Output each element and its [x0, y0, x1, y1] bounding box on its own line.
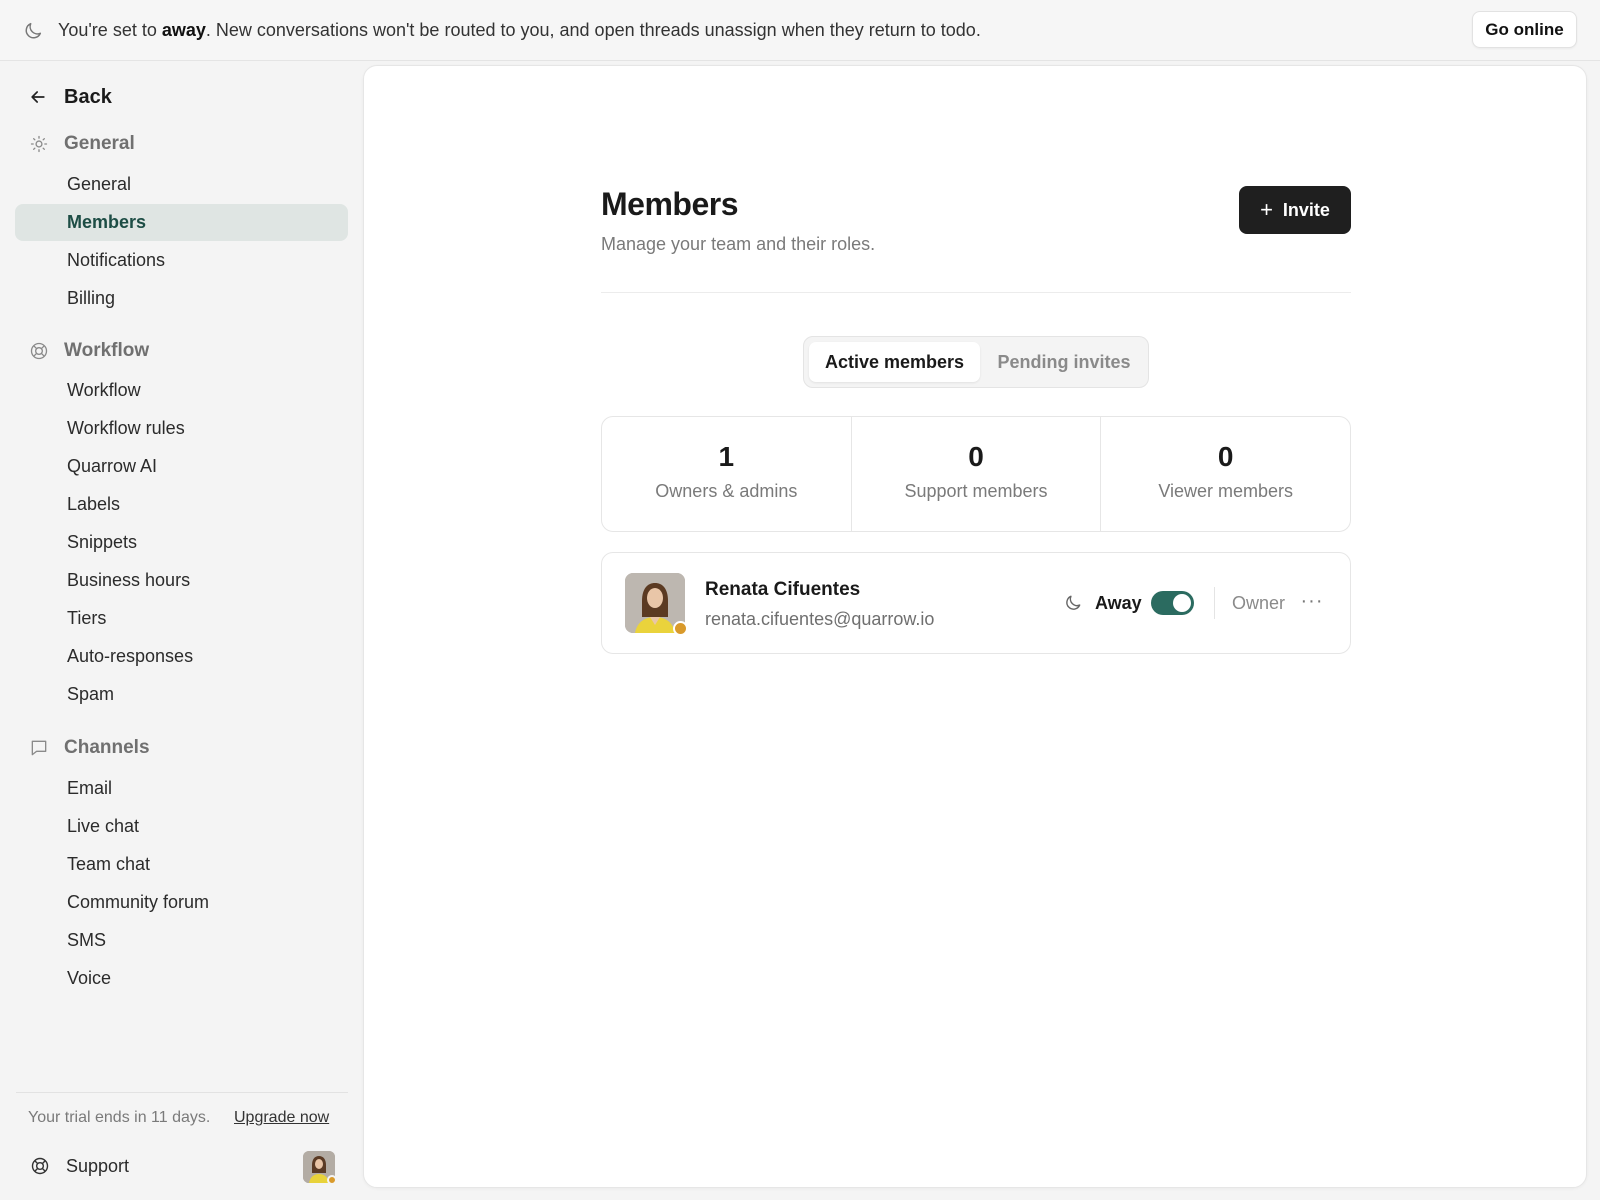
sidebar-item-business-hours[interactable]: Business hours: [15, 562, 348, 599]
stat-support-members: 0 Support members: [850, 417, 1101, 531]
page-subtitle: Manage your team and their roles.: [601, 234, 876, 254]
sidebar-item-members[interactable]: Members: [15, 204, 348, 241]
more-options-icon[interactable]: ···: [1298, 585, 1326, 617]
banner-status-word: away: [161, 20, 206, 40]
sidebar-item-live-chat[interactable]: Live chat: [15, 808, 348, 845]
tab-pending-invites[interactable]: Pending invites: [984, 342, 1144, 382]
away-status-dot: [327, 1175, 337, 1185]
stat-value: 0: [968, 441, 984, 472]
section-channels: Channels: [28, 735, 150, 761]
trial-notice: Your trial ends in 11 days.: [28, 1109, 211, 1126]
sidebar-item-general[interactable]: General: [15, 166, 348, 203]
section-title: Workflow: [64, 340, 150, 361]
sidebar-item-workflow[interactable]: Workflow: [15, 372, 348, 409]
away-banner: You're set to away. New conversations wo…: [0, 0, 1600, 61]
stat-viewer-members: 0 Viewer members: [1100, 417, 1350, 531]
lifebuoy-icon: [28, 340, 50, 362]
settings-sidebar: Back General General Members Notificatio…: [0, 61, 362, 1200]
section-general: General: [28, 131, 135, 157]
row-separator: [1214, 587, 1215, 619]
header-divider: [601, 292, 1351, 293]
tab-active-members[interactable]: Active members: [809, 342, 980, 382]
lifebuoy-icon: [31, 1157, 49, 1175]
sidebar-item-team-chat[interactable]: Team chat: [15, 846, 348, 883]
sidebar-item-tiers[interactable]: Tiers: [15, 600, 348, 637]
invite-button[interactable]: + Invite: [1239, 186, 1351, 234]
toggle-knob: [1173, 594, 1191, 612]
sidebar-item-billing[interactable]: Billing: [15, 280, 348, 317]
member-email: renata.cifuentes@quarrow.io: [705, 609, 935, 629]
banner-text: You're set to: [58, 20, 162, 40]
away-status-dot: [673, 621, 688, 636]
sidebar-item-workflow-rules[interactable]: Workflow rules: [15, 410, 348, 447]
sidebar-item-spam[interactable]: Spam: [15, 676, 348, 713]
section-title: Channels: [64, 737, 150, 758]
away-banner-message: You're set to away. New conversations wo…: [58, 20, 981, 41]
arrow-left-icon: [31, 91, 45, 103]
member-name: Renata Cifuentes: [705, 579, 861, 600]
moon-icon: [1066, 595, 1081, 610]
member-role[interactable]: Owner: [1232, 593, 1285, 614]
member-tabs: Active members Pending invites: [803, 336, 1149, 388]
support-link[interactable]: Support: [30, 1153, 129, 1179]
section-title: General: [64, 133, 135, 154]
sidebar-item-labels[interactable]: Labels: [15, 486, 348, 523]
go-online-button[interactable]: Go online: [1472, 11, 1577, 48]
back-button[interactable]: Back: [28, 83, 112, 111]
support-label: Support: [66, 1155, 130, 1176]
stat-value: 0: [1217, 441, 1234, 472]
member-stats: 1 Owners & admins 0 Support members 0 Vi…: [601, 416, 1351, 532]
sidebar-item-quarrow-ai[interactable]: Quarrow AI: [15, 448, 348, 485]
stat-label: Support members: [904, 481, 1048, 501]
invite-label: Invite: [1282, 199, 1330, 220]
away-toggle[interactable]: [1151, 591, 1194, 615]
sun-icon: [28, 133, 50, 155]
stat-label: Viewer members: [1158, 481, 1294, 501]
plus-icon: +: [1260, 197, 1273, 222]
sidebar-item-community-forum[interactable]: Community forum: [15, 884, 348, 921]
back-label: Back: [64, 85, 112, 108]
stat-label: Owners & admins: [655, 481, 798, 501]
upgrade-link[interactable]: Upgrade now: [234, 1109, 329, 1127]
stat-owners-admins: 1 Owners & admins: [602, 417, 851, 531]
sidebar-item-sms[interactable]: SMS: [15, 922, 348, 959]
chat-bubble-icon: [28, 737, 50, 759]
sidebar-item-snippets[interactable]: Snippets: [15, 524, 348, 561]
banner-text-rest: . New conversations won't be routed to y…: [205, 20, 981, 40]
sidebar-item-notifications[interactable]: Notifications: [15, 242, 348, 279]
members-panel: Members Manage your team and their roles…: [363, 65, 1587, 1188]
member-status: Away: [1095, 593, 1142, 613]
sidebar-item-voice[interactable]: Voice: [15, 960, 348, 997]
user-avatar[interactable]: [303, 1151, 337, 1185]
page-title: Members: [601, 186, 739, 222]
sidebar-item-auto-responses[interactable]: Auto-responses: [15, 638, 348, 675]
sidebar-divider: [16, 1092, 348, 1093]
member-row: Renata Cifuentes renata.cifuentes@quarro…: [601, 552, 1351, 654]
moon-icon: [25, 22, 42, 39]
sidebar-item-email[interactable]: Email: [15, 770, 348, 807]
stat-value: 1: [718, 441, 735, 472]
section-workflow: Workflow: [28, 338, 149, 364]
